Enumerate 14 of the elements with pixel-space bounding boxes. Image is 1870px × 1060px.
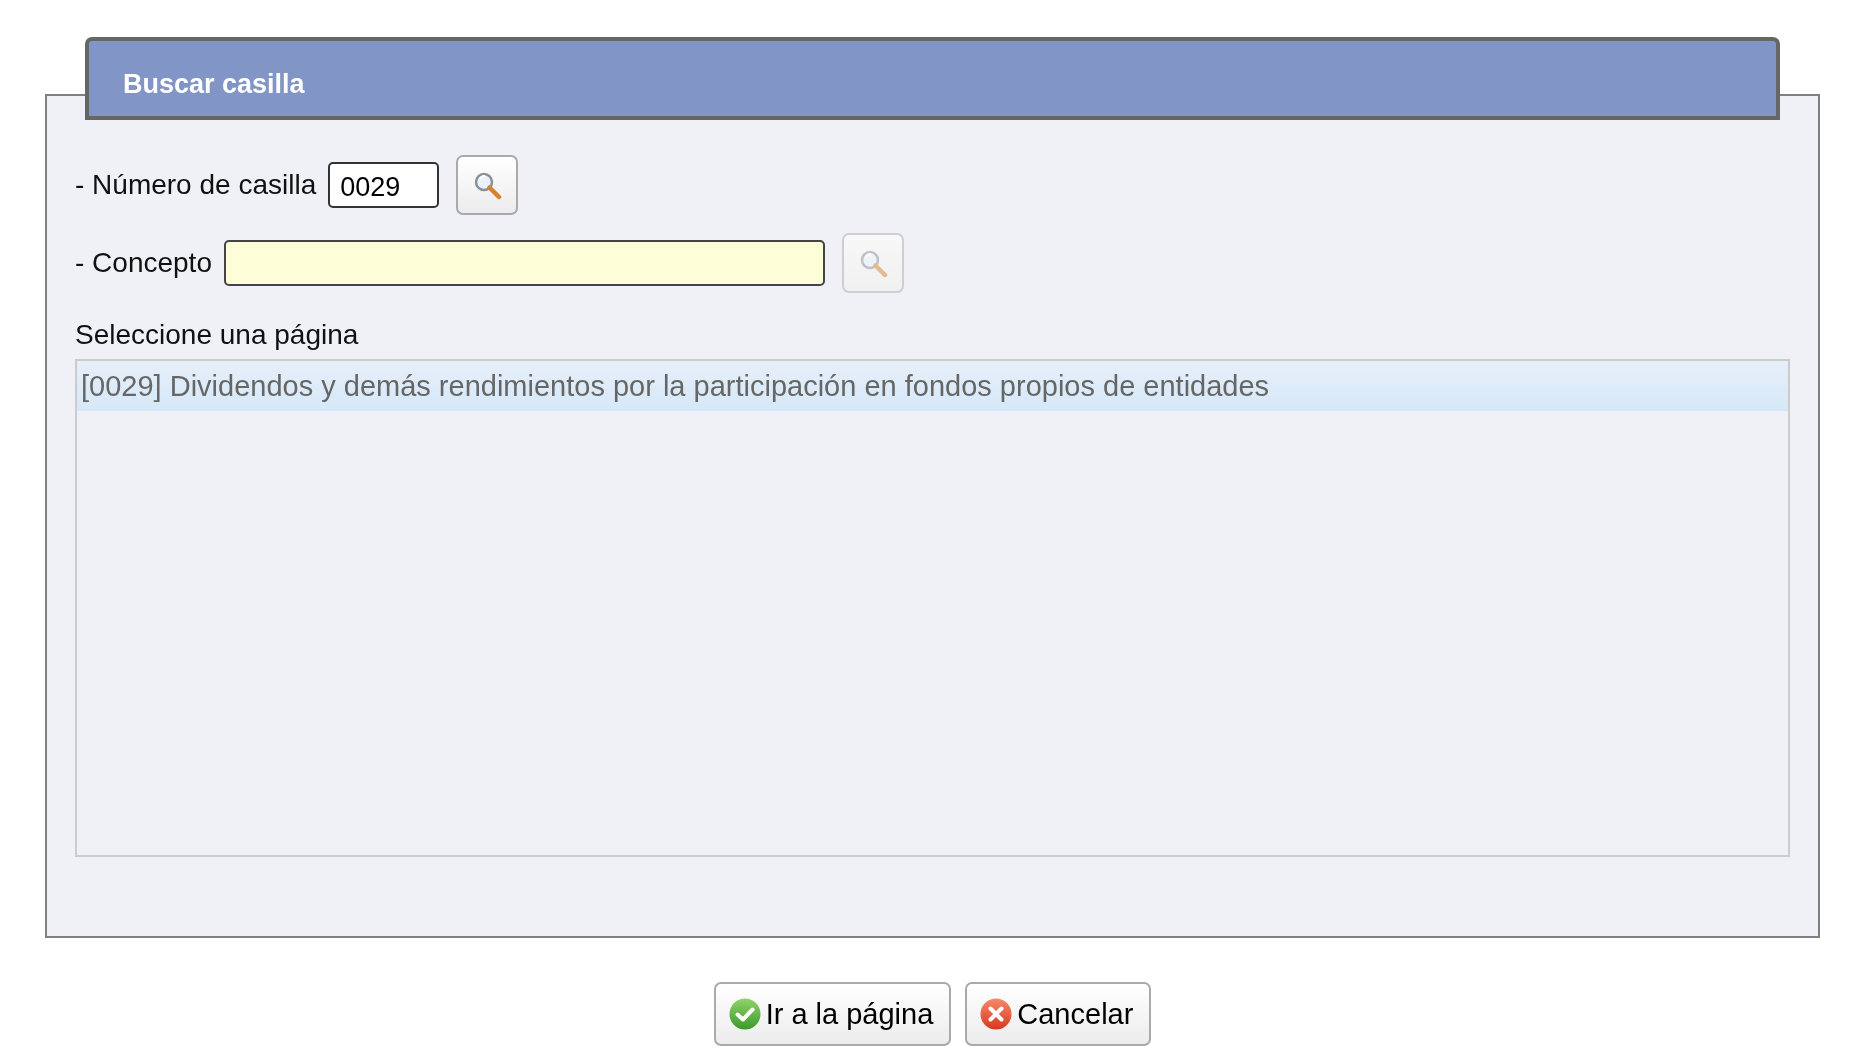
input-field[interactable] bbox=[223, 240, 825, 286]
field-label: - Concepto bbox=[75, 247, 212, 279]
list-label: Seleccione una página bbox=[75, 319, 359, 350]
close-icon bbox=[980, 998, 1013, 1030]
field-label: - Número de casilla bbox=[75, 169, 317, 201]
dialog-title: Buscar casilla bbox=[123, 69, 305, 100]
cancel-button[interactable]: Cancelar bbox=[965, 982, 1152, 1046]
list-item[interactable]: [0029] Dividendos y demás rendimientos por la participación en fondos propios de entidades bbox=[77, 361, 1788, 411]
search-button[interactable] bbox=[456, 155, 519, 215]
page-listbox[interactable]: [0029] Dividendos y demás rendimientos por la participación en fondos propios de entidades bbox=[75, 359, 1790, 857]
input-field[interactable]: 0029 bbox=[328, 162, 440, 208]
go-to-page-button[interactable]: Ir a la página bbox=[713, 982, 952, 1046]
search-icon bbox=[472, 170, 503, 200]
check-icon bbox=[728, 998, 761, 1030]
